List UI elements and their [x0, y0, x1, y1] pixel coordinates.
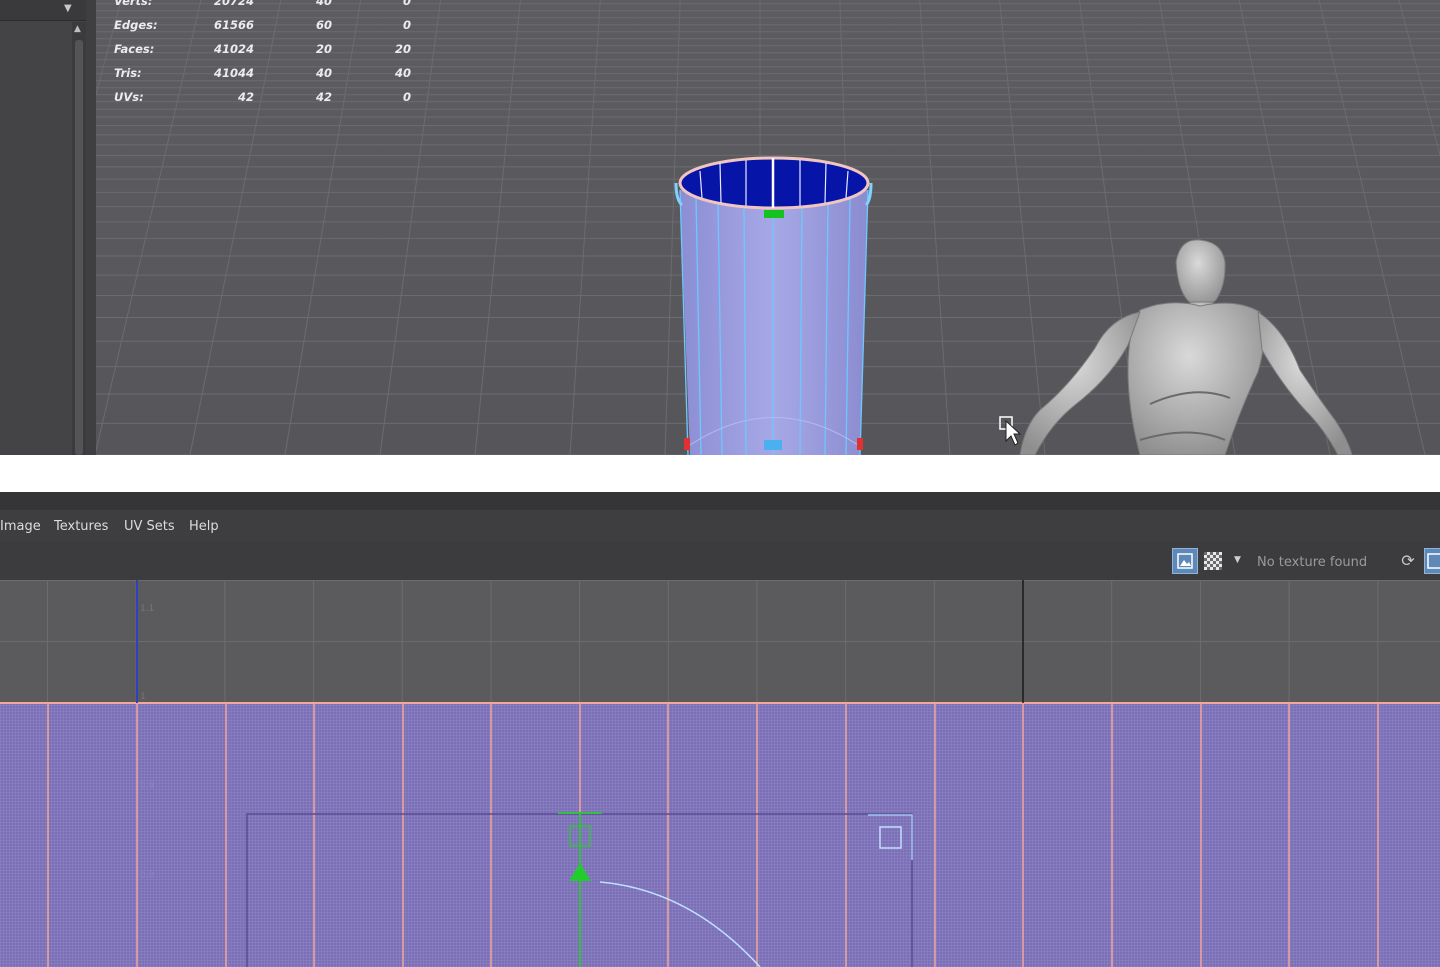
hud-selected-value: 40: [315, 66, 332, 80]
panel-divider[interactable]: [86, 0, 96, 455]
chevron-down-icon[interactable]: ▼: [1234, 555, 1241, 565]
hud-selected-value: 60: [315, 18, 332, 32]
chevron-down-icon[interactable]: ▼: [64, 3, 72, 14]
menu-uv-sets[interactable]: UV Sets: [124, 519, 175, 534]
selected-cylinder: [674, 156, 873, 455]
hud-component-value: 40: [394, 66, 411, 80]
hud-component-value: 0: [402, 90, 411, 104]
window-separator: [0, 455, 1440, 492]
hud-total-value: 61566: [213, 18, 254, 32]
hud-selected-value: 42: [315, 90, 332, 104]
manipulator-arrow: [569, 863, 591, 881]
rotate-arc: [599, 881, 761, 967]
hud-total-value: 42: [237, 90, 254, 104]
hud-component-value: 0: [402, 18, 411, 32]
scrollbar-thumb[interactable]: [75, 40, 83, 455]
arrow-up-icon[interactable]: ▲: [74, 24, 81, 34]
texture-status: No texture found: [1257, 555, 1368, 570]
hud-label: Verts:: [114, 0, 153, 8]
hud-label: Edges:: [114, 18, 158, 32]
sync-icon[interactable]: ⟳: [1398, 551, 1418, 571]
uv-axis-label: 1: [140, 692, 146, 702]
hud-total-value: 41024: [213, 42, 254, 56]
hud-total-value: 41044: [213, 66, 254, 80]
hud-row: UVs: 42 42 0: [114, 90, 424, 114]
uv-editor-titlebar: [0, 492, 1440, 510]
image-icon[interactable]: [1172, 548, 1198, 574]
hud-label: Faces:: [114, 42, 155, 56]
hud-row: Tris: 41044 40 40: [114, 66, 424, 90]
checker-icon[interactable]: [1204, 552, 1222, 570]
hud-label: UVs:: [114, 90, 144, 104]
hud-row: Verts: 20724 40 0: [114, 0, 424, 18]
uv-editor-menubar: Image Textures UV Sets Help: [0, 510, 1440, 542]
hud-selected-value: 20: [315, 42, 332, 56]
hud-component-value: 20: [394, 42, 411, 56]
hud-row: Faces: 41024 20 20: [114, 42, 424, 66]
perspective-viewport[interactable]: Verts: 20724 40 0 Edges: 61566 60 0 Faces: 41024 2…: [0, 0, 1440, 455]
outliner-header[interactable]: [0, 0, 86, 21]
uv-overlay[interactable]: 1.1 1 0.9 0.8: [0, 580, 1440, 967]
uv-editor-toolbar: [0, 542, 1440, 580]
hud-total-value: 20724: [213, 0, 254, 8]
uv-axis-label: 1.1: [140, 604, 154, 614]
uv-axis-label: 0.8: [140, 871, 155, 881]
uv-axis-label: 0.9: [140, 781, 155, 791]
hud-label: Tris:: [114, 66, 142, 80]
menu-help[interactable]: Help: [189, 519, 219, 534]
menu-textures[interactable]: Textures: [54, 519, 108, 534]
hud-selected-value: 40: [315, 0, 332, 8]
image-icon[interactable]: [1424, 548, 1440, 574]
hud-component-value: 0: [402, 0, 411, 8]
pivot-handle: [879, 826, 902, 849]
menu-image[interactable]: Image: [0, 519, 41, 534]
hud-row: Edges: 61566 60 0: [114, 18, 424, 42]
